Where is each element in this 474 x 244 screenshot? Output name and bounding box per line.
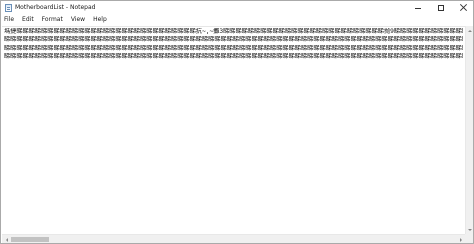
minimize-icon <box>415 7 421 9</box>
chevron-right-icon <box>459 237 462 242</box>
maximize-icon <box>438 4 444 11</box>
menu-view[interactable]: View <box>67 15 89 24</box>
scroll-right-button[interactable] <box>457 236 464 243</box>
menu-help[interactable]: Help <box>89 15 111 24</box>
close-icon <box>460 4 467 11</box>
scroll-down-button[interactable] <box>467 226 473 233</box>
title-bar[interactable]: MotherboardList - Notepad <box>1 1 473 14</box>
chevron-up-icon <box>468 29 472 32</box>
window-title: MotherboardList - Notepad <box>15 4 96 11</box>
resize-grip[interactable] <box>465 234 473 243</box>
vertical-scrollbar[interactable] <box>465 26 473 234</box>
menu-format[interactable]: Format <box>38 15 67 24</box>
scroll-left-button[interactable] <box>3 236 10 243</box>
text-line: 睇睇睇睇睇睇睇睇睇睇睇睇睇睇睇睇睇睇睇睇睇睇睇睇睇睇睇睇睇睇睇睇睇睇睇睇睇睇睇睇… <box>4 44 463 52</box>
text-line: 瑪捷睇睇睇睇睇睇睇睇睇睇睇睇睇睇睇睇睇睇睇睇睇睇睇睇睇睇睇睇睇抗~,~攤3睇睇睇… <box>4 28 463 35</box>
menu-edit[interactable]: Edit <box>18 15 38 24</box>
chevron-down-icon <box>468 228 472 231</box>
chevron-left-icon <box>5 237 8 242</box>
menu-file[interactable]: File <box>1 15 18 24</box>
menu-bar: File Edit Format View Help <box>1 14 473 25</box>
horizontal-scroll-thumb[interactable] <box>11 237 49 242</box>
notepad-icon <box>5 4 12 12</box>
text-editor-area[interactable]: 瑪捷睇睇睇睇睇睇睇睇睇睇睇睇睇睇睇睇睇睇睇睇睇睇睇睇睇睇睇睇睇抗~,~攤3睇睇睇… <box>2 26 465 234</box>
text-line: 睇睇睇睇睇睇睇睇睇睇睇睇睇睇睇睇睇睇睇睇睇睇睇睇睇睇睇睇睇睇睇睇睇睇睇睇睇睇睇睇… <box>4 53 463 61</box>
text-line: 睇睇睇睇睇睇睇睇睇睇睇睇睇睇睇睇睇睇睇睇睇睇睇睇睇睇睇睇睇睇睇睇睇睇睇睇睇睇睇睇… <box>4 36 463 44</box>
horizontal-scrollbar[interactable] <box>2 234 465 243</box>
notepad-window: MotherboardList - Notepad File Edit Form… <box>0 0 474 244</box>
scroll-up-button[interactable] <box>467 27 473 34</box>
maximize-button[interactable] <box>431 1 451 14</box>
close-button[interactable] <box>453 1 473 14</box>
minimize-button[interactable] <box>408 1 428 14</box>
